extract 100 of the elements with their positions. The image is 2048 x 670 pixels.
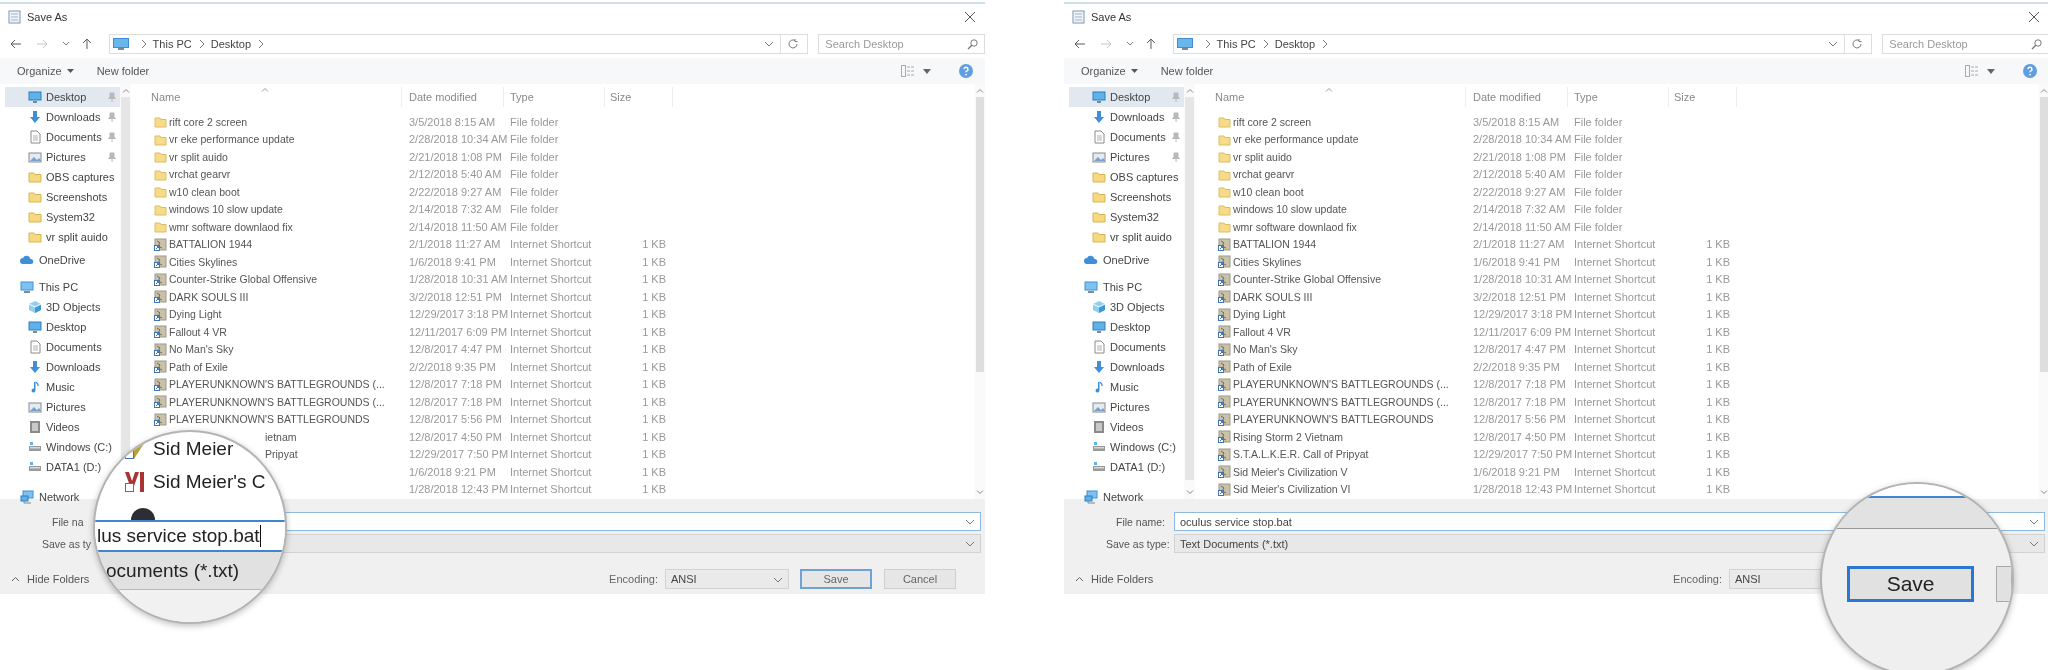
organize-button[interactable]: Organize xyxy=(1081,65,1138,77)
type-column-header[interactable]: Type xyxy=(504,87,605,107)
sidebar-item[interactable]: Downloads xyxy=(5,107,120,127)
sidebar-item[interactable]: Desktop xyxy=(1069,317,1184,337)
sidebar-item[interactable]: Documents xyxy=(5,127,120,147)
file-name[interactable]: No Man's Sky xyxy=(1233,343,1298,356)
file-name[interactable]: wmr software downlaod fix xyxy=(169,220,293,233)
sidebar-item[interactable]: Network xyxy=(1069,487,1184,507)
caret-icon[interactable] xyxy=(1987,68,1995,74)
size-column-header[interactable]: Size xyxy=(1669,87,1737,107)
sidebar-item[interactable]: Desktop xyxy=(5,87,120,107)
sidebar-item[interactable]: Videos xyxy=(5,417,120,437)
file-name[interactable]: PLAYERUNKNOWN'S BATTLEGROUNDS (... xyxy=(1233,378,1449,391)
address-bar[interactable]: This PC Desktop xyxy=(1172,34,1873,54)
breadcrumb[interactable]: Desktop xyxy=(210,38,252,50)
sidebar-item[interactable]: Network xyxy=(5,487,120,507)
sidebar-item[interactable]: Screenshots xyxy=(5,187,120,207)
sidebar-item[interactable]: System32 xyxy=(5,207,120,227)
file-name[interactable]: Counter-Strike Global Offensive xyxy=(169,273,318,286)
name-column-header[interactable]: Name xyxy=(1204,87,1466,107)
sidebar-item[interactable]: Pictures xyxy=(5,397,120,417)
sidebar-item[interactable]: OBS captures xyxy=(1069,167,1184,187)
file-name[interactable]: Path of Exile xyxy=(1233,360,1292,373)
file-name[interactable]: No Man's Sky xyxy=(169,343,234,356)
file-name[interactable]: Fallout 4 VR xyxy=(1233,325,1291,338)
scrollbar[interactable] xyxy=(975,84,985,499)
sidebar-item[interactable]: DATA1 (D:) xyxy=(5,457,120,477)
size-column-header[interactable]: Size xyxy=(605,87,673,107)
file-name[interactable]: PLAYERUNKNOWN'S BATTLEGROUNDS (... xyxy=(169,378,385,391)
caret-icon[interactable] xyxy=(923,68,931,74)
file-name[interactable]: PLAYERUNKNOWN'S BATTLEGROUNDS xyxy=(169,413,370,426)
sidebar-item[interactable]: OneDrive xyxy=(1069,250,1184,270)
file-name[interactable]: ietnam xyxy=(265,430,297,443)
scroll-thumb[interactable] xyxy=(1185,97,1194,480)
file-name[interactable]: Dying Light xyxy=(1233,308,1286,321)
name-column-header[interactable]: Name xyxy=(140,87,402,107)
organize-button[interactable]: Organize xyxy=(17,65,74,77)
view-list-icon[interactable] xyxy=(1965,65,1979,77)
file-name[interactable]: DARK SOULS III xyxy=(1233,290,1313,303)
sidebar-item[interactable]: Pictures xyxy=(1069,147,1184,167)
sidebar-item[interactable]: Windows (C:) xyxy=(5,437,120,457)
breadcrumb[interactable]: This PC xyxy=(152,38,192,50)
file-name[interactable]: Fallout 4 VR xyxy=(169,325,227,338)
sidebar-item[interactable]: Documents xyxy=(5,337,120,357)
forward-icon[interactable] xyxy=(35,39,48,49)
forward-icon[interactable] xyxy=(1099,39,1112,49)
up-icon[interactable] xyxy=(81,38,92,50)
file-name[interactable]: Cities Skylines xyxy=(169,255,238,268)
sidebar-item[interactable]: System32 xyxy=(1069,207,1184,227)
save-button[interactable]: Save xyxy=(1847,566,1975,602)
type-column-header[interactable]: Type xyxy=(1568,87,1669,107)
sidebar-item[interactable]: Screenshots xyxy=(1069,187,1184,207)
file-name[interactable]: vr split auido xyxy=(169,150,228,163)
help-icon[interactable] xyxy=(959,64,973,78)
sidebar-item[interactable]: vr split auido xyxy=(5,227,120,247)
scrollbar[interactable] xyxy=(1184,84,1195,499)
file-name[interactable]: DARK SOULS III xyxy=(169,290,249,303)
sidebar-item[interactable]: Pictures xyxy=(1069,397,1184,417)
file-name[interactable]: Sid Meier's Civilization V xyxy=(1233,465,1348,478)
sidebar-item[interactable]: Desktop xyxy=(1069,87,1184,107)
file-name[interactable]: vr split auido xyxy=(1233,150,1292,163)
new-folder-button[interactable]: New folder xyxy=(96,65,150,77)
sidebar-item[interactable]: Videos xyxy=(1069,417,1184,437)
sidebar-item[interactable]: 3D Objects xyxy=(5,297,120,317)
file-name[interactable]: w10 clean boot xyxy=(1233,185,1304,198)
help-icon[interactable] xyxy=(2023,64,2037,78)
save-button[interactable]: Save xyxy=(800,569,872,589)
sidebar-item[interactable]: Documents xyxy=(1069,127,1184,147)
file-name[interactable]: windows 10 slow update xyxy=(1233,203,1347,216)
sidebar-item[interactable]: Downloads xyxy=(1069,107,1184,127)
sidebar-item[interactable]: DATA1 (D:) xyxy=(1069,457,1184,477)
breadcrumb[interactable]: This PC xyxy=(1216,38,1256,50)
hide-folders-button[interactable]: Hide Folders xyxy=(1075,573,1154,585)
sidebar-item[interactable]: vr split auido xyxy=(1069,227,1184,247)
breadcrumb[interactable]: Desktop xyxy=(1274,38,1316,50)
file-name[interactable]: Cities Skylines xyxy=(1233,255,1302,268)
sidebar-item[interactable]: Pictures xyxy=(5,147,120,167)
dropdown-icon[interactable] xyxy=(1828,40,1839,48)
encoding-dropdown[interactable]: ANSI xyxy=(665,569,789,589)
file-name-field[interactable]: lus service stop.bat xyxy=(95,520,285,552)
cancel-button[interactable]: Cancel xyxy=(884,569,956,589)
sidebar-item[interactable]: Documents xyxy=(1069,337,1184,357)
sidebar-item[interactable]: Desktop xyxy=(5,317,120,337)
file-name[interactable]: Rising Storm 2 Vietnam xyxy=(1233,430,1344,443)
file-name[interactable]: rift core 2 screen xyxy=(1233,115,1312,128)
sidebar-item[interactable]: Downloads xyxy=(5,357,120,377)
sidebar-item[interactable]: This PC xyxy=(5,277,120,297)
sidebar-item[interactable]: OBS captures xyxy=(5,167,120,187)
file-name[interactable]: rift core 2 screen xyxy=(169,115,248,128)
file-name[interactable]: wmr software downlaod fix xyxy=(1233,220,1357,233)
file-name[interactable]: Pripyat xyxy=(265,448,298,461)
scroll-thumb[interactable] xyxy=(2040,97,2048,372)
scrollbar[interactable] xyxy=(2039,84,2048,499)
sidebar-item[interactable]: Music xyxy=(1069,377,1184,397)
sidebar-item[interactable]: OneDrive xyxy=(5,250,120,270)
view-list-icon[interactable] xyxy=(901,65,915,77)
new-folder-button[interactable]: New folder xyxy=(1160,65,1214,77)
file-name[interactable]: S.T.A.L.K.E.R. Call of Pripyat xyxy=(1233,448,1369,461)
date-column-header[interactable]: Date modified xyxy=(1466,87,1568,107)
file-name[interactable]: Sid Meier's Civilization VI xyxy=(1233,483,1351,496)
